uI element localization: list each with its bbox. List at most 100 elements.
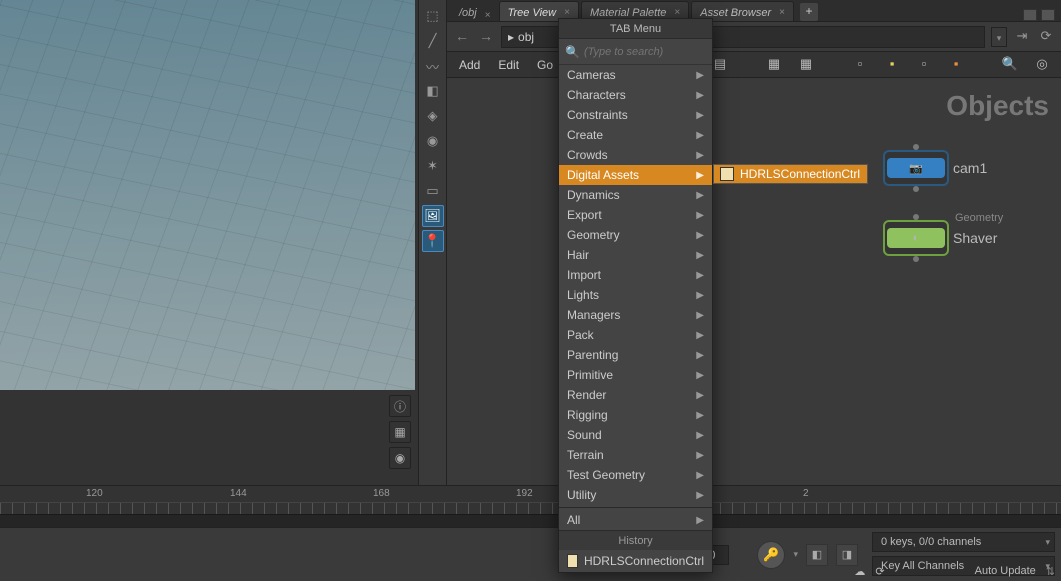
add-tab-button[interactable]: + bbox=[800, 3, 818, 21]
close-path-icon[interactable]: × bbox=[485, 10, 499, 21]
tab-menu-item[interactable]: Rigging▶ bbox=[559, 405, 712, 425]
tab-menu-item[interactable]: Geometry▶ bbox=[559, 225, 712, 245]
path-row: ← → ▸ obj ▾ ⇥ ⟳ bbox=[447, 22, 1061, 52]
path-level-box[interactable]: ▸ obj bbox=[501, 26, 561, 48]
tool-rect-icon[interactable]: ▭ bbox=[422, 180, 444, 202]
tool-image-icon[interactable]: 🖼 bbox=[422, 205, 444, 227]
tab-menu-all[interactable]: All ▶ bbox=[559, 510, 712, 530]
chevron-right-icon: ▶ bbox=[696, 270, 704, 281]
tool-curve-icon[interactable]: 〰 bbox=[422, 55, 444, 77]
tab-menu-item[interactable]: Crowds▶ bbox=[559, 145, 712, 165]
nav-forward-button[interactable]: → bbox=[477, 28, 495, 46]
image-icon[interactable]: ▫ bbox=[915, 56, 933, 74]
refresh-icon[interactable]: ⟳ bbox=[1037, 28, 1055, 46]
tool-cube-icon[interactable]: ◈ bbox=[422, 105, 444, 127]
chevron-right-icon: ▶ bbox=[696, 390, 704, 401]
chevron-right-icon: ▶ bbox=[696, 310, 704, 321]
tab-menu-item[interactable]: Characters▶ bbox=[559, 85, 712, 105]
tab-menu-item[interactable]: Create▶ bbox=[559, 125, 712, 145]
chevron-right-icon: ▶ bbox=[696, 330, 704, 341]
tab-menu-history-title: History bbox=[559, 530, 712, 550]
keys-info-box[interactable]: 0 keys, 0/0 channels ▾ bbox=[872, 532, 1055, 552]
grid-view2-icon[interactable]: ▦ bbox=[797, 56, 815, 74]
viewport-3d[interactable] bbox=[0, 0, 415, 390]
note-icon[interactable]: ▪ bbox=[883, 56, 901, 74]
network-canvas[interactable]: Objects 📷 cam1 Geometry ◐ Shaver bbox=[447, 78, 1061, 485]
close-tab-icon[interactable]: × bbox=[564, 7, 570, 18]
tab-menu-history-item[interactable]: HDRLSConnectionCtrl bbox=[559, 550, 712, 572]
camera-toggle-icon[interactable]: ◉ bbox=[389, 447, 411, 469]
tab-menu-item[interactable]: Hair▶ bbox=[559, 245, 712, 265]
tab-menu-item[interactable]: Cameras▶ bbox=[559, 65, 712, 85]
chevron-right-icon: ▶ bbox=[696, 130, 704, 141]
pin-toggle-icon[interactable]: ⇥ bbox=[1013, 28, 1031, 46]
network-title: Objects bbox=[946, 90, 1049, 122]
window-max-icon[interactable] bbox=[1041, 9, 1055, 21]
tool-a-icon[interactable]: ⬚ bbox=[422, 5, 444, 27]
chevron-right-icon: ▶ bbox=[696, 490, 704, 501]
path-dropdown-icon[interactable]: ▾ bbox=[991, 27, 1007, 47]
tab-menu-item[interactable]: Primitive▶ bbox=[559, 365, 712, 385]
timeline-ruler[interactable]: 120 144 168 192 2 bbox=[0, 486, 1061, 514]
tab-menu-item[interactable]: Test Geometry▶ bbox=[559, 465, 712, 485]
tab-menu-item[interactable]: Render▶ bbox=[559, 385, 712, 405]
tool-pin-icon[interactable]: 📍 bbox=[422, 230, 444, 252]
cloud-icon[interactable]: ☁ bbox=[854, 565, 865, 578]
close-tab-icon[interactable]: × bbox=[779, 7, 785, 18]
search-icon: 🔍 bbox=[565, 45, 580, 59]
chevron-right-icon: ▶ bbox=[696, 430, 704, 441]
search-icon[interactable]: 🔍 bbox=[1001, 56, 1019, 74]
tab-menu-item[interactable]: Lights▶ bbox=[559, 285, 712, 305]
tab-menu-item[interactable]: Sound▶ bbox=[559, 425, 712, 445]
node-sublabel: Geometry bbox=[955, 212, 1003, 224]
tab-menu-item[interactable]: Constraints▶ bbox=[559, 105, 712, 125]
tab-menu-title: TAB Menu bbox=[559, 19, 712, 39]
grid-view-icon[interactable]: ▦ bbox=[765, 56, 783, 74]
network-panel: /obj × Tree View× Material Palette× Asse… bbox=[446, 0, 1061, 485]
tab-menu-submenu-item[interactable]: HDRLSConnectionCtrl bbox=[713, 164, 868, 184]
close-tab-icon[interactable]: × bbox=[674, 7, 680, 18]
tab-menu-item[interactable]: Pack▶ bbox=[559, 325, 712, 345]
timeline: 120 144 168 192 2 bbox=[0, 485, 1061, 527]
timeline-tick: 192 bbox=[516, 488, 533, 499]
tab-menu-item[interactable]: Dynamics▶ bbox=[559, 185, 712, 205]
auto-update-label[interactable]: Auto Update bbox=[975, 565, 1036, 577]
page-icon[interactable]: ▤ bbox=[711, 56, 729, 74]
timeline-tick: 2 bbox=[803, 488, 809, 499]
tool-poly-icon[interactable]: ◧ bbox=[422, 80, 444, 102]
tab-menu-item[interactable]: Digital Assets▶ bbox=[559, 165, 712, 185]
timeline-strip[interactable] bbox=[0, 514, 1061, 528]
updown-icon[interactable]: ⇅ bbox=[1046, 565, 1055, 578]
chevron-right-icon: ▶ bbox=[696, 250, 704, 261]
node-cam[interactable]: 📷 cam1 bbox=[887, 158, 987, 178]
tool-sphere-icon[interactable]: ◉ bbox=[422, 130, 444, 152]
menu-edit[interactable]: Edit bbox=[496, 56, 521, 74]
tab-menu-search[interactable]: 🔍 bbox=[559, 39, 712, 65]
tab-menu-item[interactable]: Utility▶ bbox=[559, 485, 712, 505]
chevron-right-icon: ▶ bbox=[696, 150, 704, 161]
key-button[interactable]: 🔑 bbox=[757, 541, 785, 569]
target-icon[interactable]: ◎ bbox=[1033, 56, 1051, 74]
window-min-icon[interactable] bbox=[1023, 9, 1037, 21]
tool-edge-icon[interactable]: ╱ bbox=[422, 30, 444, 52]
refresh-icon[interactable]: ⟳ bbox=[875, 565, 884, 578]
folder-icon[interactable]: ▪ bbox=[947, 56, 965, 74]
tab-menu-item[interactable]: Import▶ bbox=[559, 265, 712, 285]
node-geo[interactable]: Geometry ◐ Shaver bbox=[887, 228, 997, 248]
chevron-right-icon: ▶ bbox=[696, 350, 704, 361]
tab-menu-item[interactable]: Parenting▶ bbox=[559, 345, 712, 365]
menu-go[interactable]: Go bbox=[535, 56, 555, 74]
info-icon[interactable]: ⓘ bbox=[389, 395, 411, 417]
tool-star-icon[interactable]: ✶ bbox=[422, 155, 444, 177]
tab-menu-item[interactable]: Terrain▶ bbox=[559, 445, 712, 465]
grid-icon[interactable]: ▦ bbox=[389, 421, 411, 443]
timeline-tick: 120 bbox=[86, 488, 103, 499]
tab-menu-search-input[interactable] bbox=[584, 46, 727, 58]
tab-menu-item[interactable]: Managers▶ bbox=[559, 305, 712, 325]
chevron-right-icon: ▶ bbox=[696, 410, 704, 421]
save-icon[interactable]: ▫ bbox=[851, 56, 869, 74]
tab-menu-item[interactable]: Export▶ bbox=[559, 205, 712, 225]
nav-back-button[interactable]: ← bbox=[453, 28, 471, 46]
menu-add[interactable]: Add bbox=[457, 56, 482, 74]
anim-toggle-a[interactable]: ◧ bbox=[806, 544, 828, 566]
